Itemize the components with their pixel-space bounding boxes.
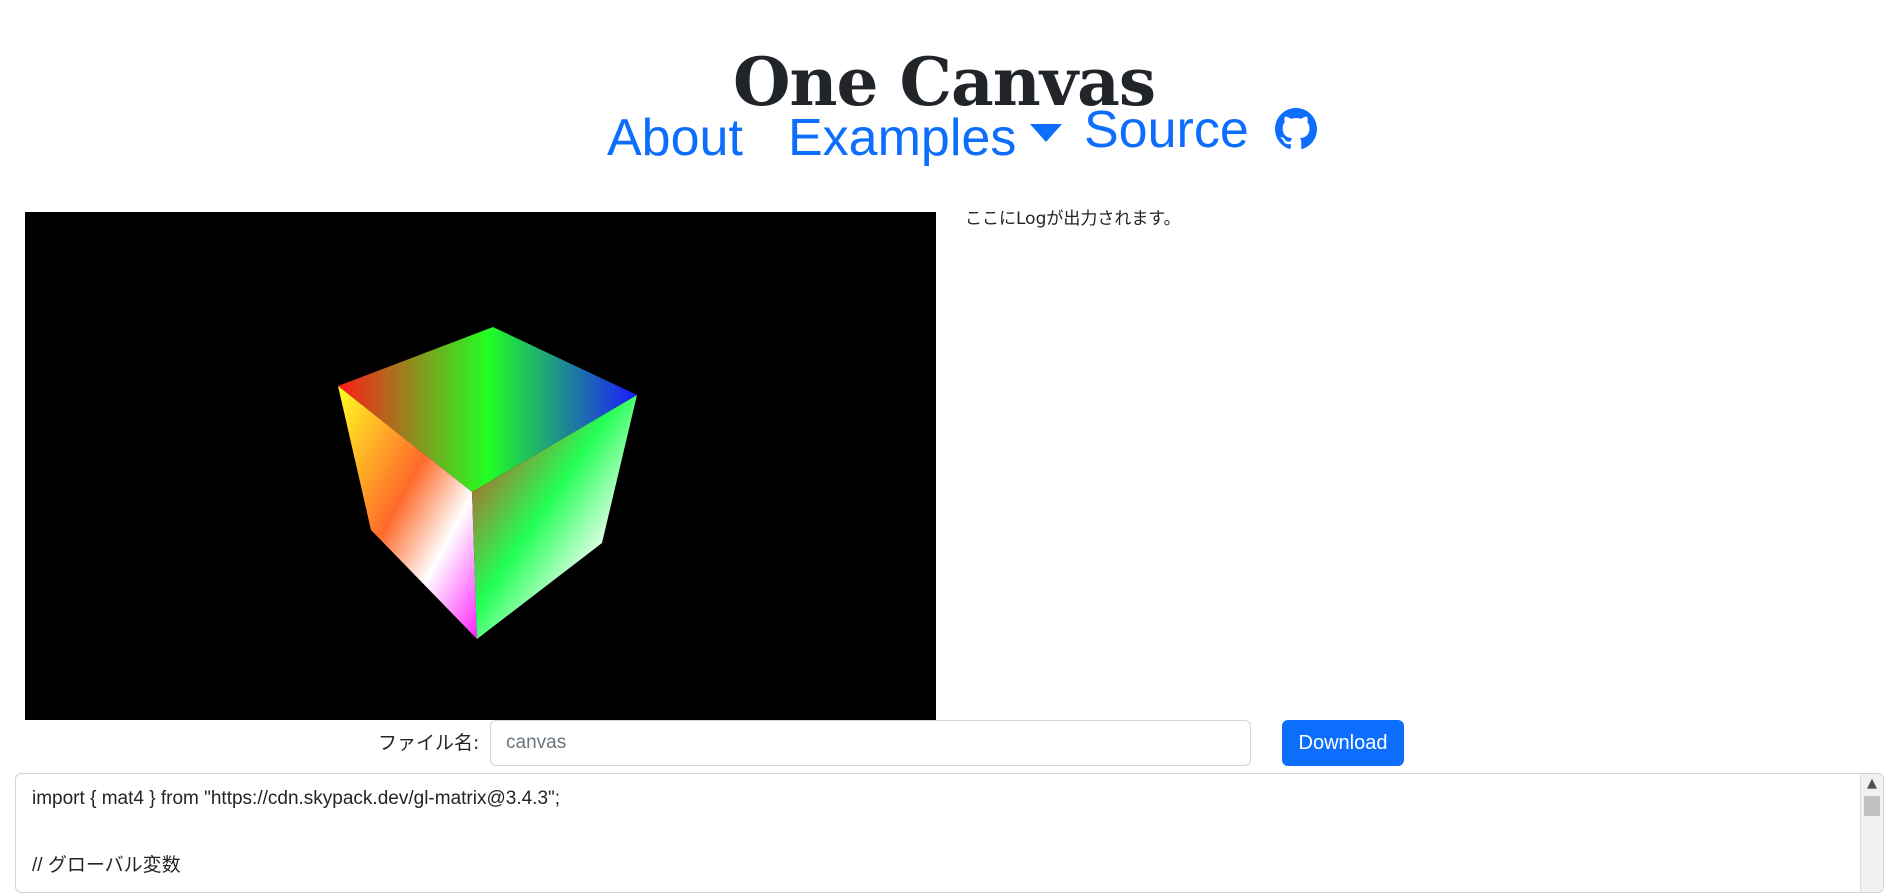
nav-examples-label: Examples (788, 109, 1017, 167)
code-line: import { mat4 } from "https://cdn.skypac… (32, 788, 561, 809)
scroll-up-icon[interactable]: ▲ (1861, 774, 1883, 794)
github-icon (1275, 108, 1318, 150)
nav-examples-dropdown[interactable]: Examples (788, 108, 1063, 168)
log-output: ここにLogが出力されます。 (965, 209, 1181, 229)
nav-source-link[interactable]: Source (1084, 100, 1318, 160)
scroll-thumb[interactable] (1864, 796, 1880, 816)
filename-label: ファイル名: (378, 732, 480, 754)
download-button[interactable]: Download (1282, 720, 1404, 766)
render-canvas[interactable] (25, 212, 936, 720)
main-nav: About Examples Source (0, 100, 1888, 180)
caret-down-icon (1030, 124, 1063, 143)
code-line: // グローバル変数 (32, 855, 181, 876)
editor-scrollbar[interactable]: ▲ (1860, 774, 1883, 892)
filename-input[interactable] (490, 720, 1251, 766)
nav-about-link[interactable]: About (607, 108, 743, 168)
nav-source-label: Source (1084, 101, 1249, 159)
cube-render (338, 327, 637, 639)
code-editor[interactable]: import { mat4 } from "https://cdn.skypac… (15, 773, 1884, 893)
